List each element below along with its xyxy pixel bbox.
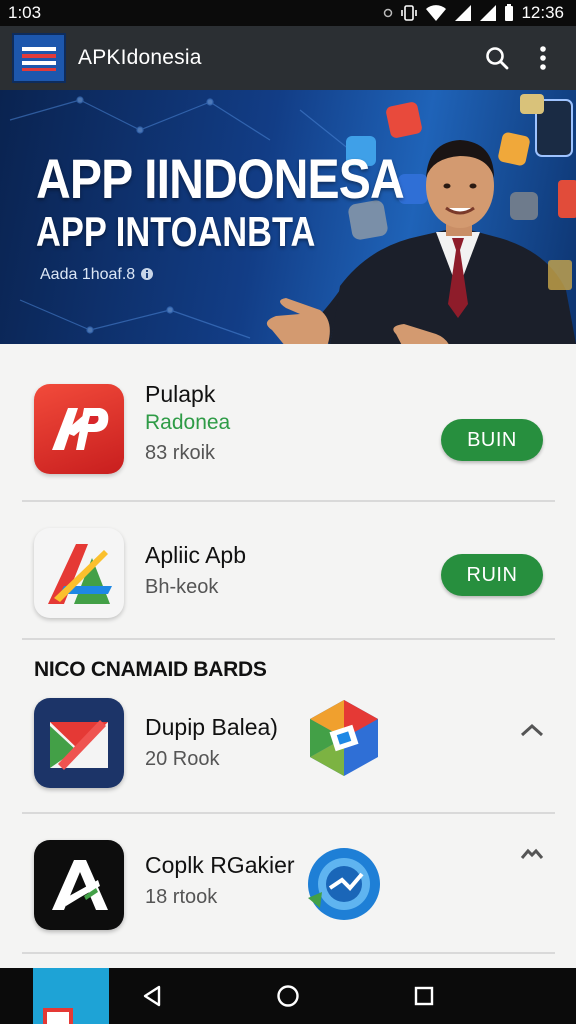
recents-button[interactable]: [406, 978, 442, 1014]
banner-subtitle: APP INTOANBTA: [36, 208, 316, 255]
status-time-right: 12:36: [521, 3, 564, 22]
list-item[interactable]: Apliic Apb Bh-keok RUIN: [0, 502, 576, 640]
back-button[interactable]: [134, 978, 170, 1014]
status-time-left: 1:03: [8, 3, 42, 22]
expand-button[interactable]: [516, 716, 548, 744]
signal-2-icon: [480, 5, 497, 21]
app-size: 83 rkoik: [145, 442, 216, 464]
app-developer: Radonea: [145, 411, 231, 434]
signal-icon: [455, 5, 472, 21]
section-title: NICO CNAMAID BARDS: [34, 658, 267, 681]
install-button[interactable]: RUIN: [441, 554, 543, 596]
recent-app-thumbnail[interactable]: [33, 968, 109, 1024]
overflow-menu-button[interactable]: [520, 35, 566, 81]
app-icon-coplk: [34, 840, 124, 930]
list-item[interactable]: Dupip Balea) 20 Rook: [0, 690, 576, 814]
install-button[interactable]: BUIN: [441, 419, 543, 461]
more-vert-icon: [540, 46, 546, 70]
navigation-bar: [0, 968, 576, 1024]
app-icon-pulapk: [34, 384, 124, 474]
list-item[interactable]: Coplk RGakier 18 rtook: [0, 814, 576, 954]
chevron-collapse-icon: [520, 848, 544, 859]
divider: [22, 952, 555, 954]
app-logo-icon[interactable]: [12, 33, 66, 83]
app-size: 20 Rook: [145, 748, 220, 770]
app-title: APKIdonesia: [78, 46, 202, 69]
wifi-icon: [426, 5, 447, 21]
expand-button[interactable]: [516, 840, 548, 868]
app-name: Apliic Apb: [145, 542, 247, 568]
battery-icon: [505, 4, 514, 21]
back-triangle-icon: [143, 985, 161, 1007]
chevron-up-icon: [520, 723, 544, 737]
app-size: Bh-keok: [145, 576, 219, 598]
search-icon: [486, 47, 509, 70]
status-bar: 1:03 12:36: [0, 0, 576, 26]
promo-banner[interactable]: APP IINDONESA APP INTOANBTA Aada 1hoaf.8: [0, 90, 576, 344]
banner-title: APP IINDONESA: [36, 147, 405, 210]
home-circle-icon: [277, 985, 299, 1007]
recents-square-icon: [414, 986, 434, 1006]
app-bar: APKIdonesia: [0, 26, 576, 90]
app-size: 18 rtook: [145, 886, 218, 908]
app-name: Pulapk: [145, 381, 216, 407]
divider: [22, 638, 555, 640]
banner-caption: Aada 1hoaf.8: [40, 266, 154, 284]
app-name: Dupip Balea): [145, 714, 278, 740]
app-icon-dupip: [34, 698, 124, 788]
status-icons: 12:36: [383, 3, 564, 23]
info-icon: [140, 268, 153, 280]
home-button[interactable]: [270, 978, 306, 1014]
refresh-app-icon: [308, 848, 380, 920]
hexagon-app-icon: [310, 700, 378, 776]
app-icon-apliic: [34, 528, 124, 618]
search-button[interactable]: [474, 35, 520, 81]
list-item[interactable]: Pulapk Radonea 83 rkoik BUIN: [0, 344, 576, 502]
app-name: Coplk RGakier: [145, 852, 295, 878]
vibrate-icon: [401, 5, 418, 21]
notification-dot-icon: [384, 8, 393, 18]
